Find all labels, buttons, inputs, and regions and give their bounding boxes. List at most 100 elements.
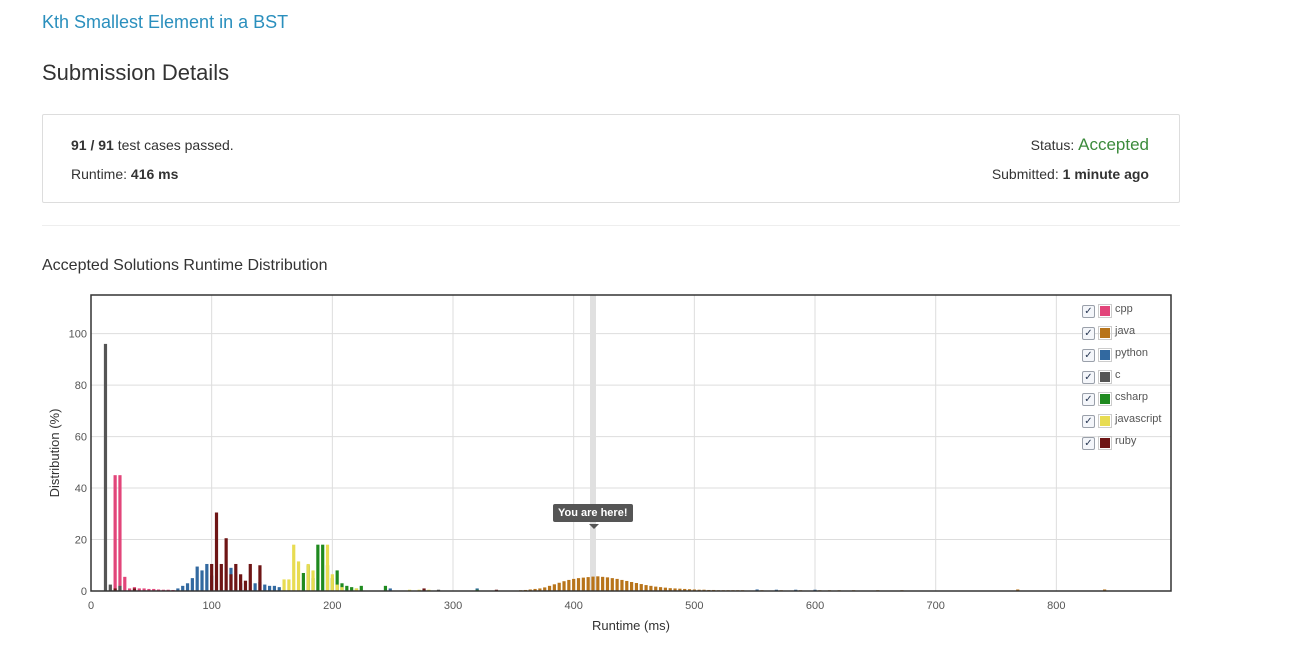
legend-label-csharp: csharp [1115,391,1149,403]
legend-checkbox-csharp[interactable]: ✓ [1082,393,1095,406]
bar-python [195,566,199,591]
bar-python [205,563,209,591]
bar-python [272,585,277,591]
bar-java [567,579,571,591]
y-tick-label: 20 [75,535,87,547]
bar-java [552,584,556,591]
bar-csharp [321,544,325,591]
tooltip-arrow [589,524,599,529]
submission-page: Kth Smallest Element in a BST Submission… [0,0,1290,648]
y-axis-label: Distribution (%) [47,409,62,498]
legend-checkbox-python[interactable]: ✓ [1082,349,1095,362]
bar-python [253,583,257,591]
bar-javascript [330,574,334,591]
bar-ruby [229,574,233,591]
x-tick-label: 700 [927,600,945,612]
y-tick-label: 0 [81,586,87,598]
legend-checkbox-javascript[interactable]: ✓ [1082,415,1095,428]
bar-csharp [383,585,388,591]
legend-item-ruby[interactable]: ✓ ruby [1082,435,1161,457]
bar-java [605,577,610,591]
bar-c [108,584,112,591]
bar-ruby [210,563,214,591]
legend-swatch-c [1098,370,1112,384]
bar-java [576,578,581,591]
bar-java [562,581,566,591]
bar-ruby [258,565,262,591]
bar-java [625,580,629,591]
bar-c [118,585,122,591]
y-tick-label: 40 [75,483,87,495]
bar-ruby [224,538,228,591]
legend-item-java[interactable]: ✓ java [1082,325,1161,347]
legend-item-cpp[interactable]: ✓ cpp [1082,303,1161,325]
x-tick-label: 0 [88,600,94,612]
x-tick-label: 100 [202,600,220,612]
legend-item-csharp[interactable]: ✓ csharp [1082,391,1161,413]
bar-java [630,581,634,591]
bar-java [620,579,624,591]
legend-checkbox-c[interactable]: ✓ [1082,371,1095,384]
bar-java [572,578,576,591]
legend-swatch-python [1098,348,1112,362]
legend-label-javascript: javascript [1115,413,1162,425]
legend-item-c[interactable]: ✓ c [1082,369,1161,391]
y-tick-label: 80 [75,380,87,392]
legend-checkbox-java[interactable]: ✓ [1082,327,1095,340]
runtime-marker-band [589,295,596,591]
x-tick-label: 300 [444,600,462,612]
bar-java [601,576,605,591]
bar-java [586,577,590,591]
bar-java [557,582,561,591]
legend-item-python[interactable]: ✓ python [1082,347,1161,369]
bar-java [591,576,595,591]
bar-python [181,585,185,591]
legend-item-javascript[interactable]: ✓ javascript [1082,413,1161,435]
bar-javascript [306,563,310,591]
bar-python [190,578,194,591]
bar-cpp [123,576,127,591]
bar-ruby [239,574,243,591]
x-axis-label: Runtime (ms) [592,618,670,633]
y-tick-label: 100 [69,329,87,341]
bar-ruby [214,512,219,591]
bar-java [644,585,648,591]
bar-java [615,578,619,591]
bar-javascript [296,561,301,591]
chart-legend: ✓ cpp ✓ java ✓ python ✓ c ✓ csharp ✓ jav… [1082,303,1161,457]
legend-label-cpp: cpp [1115,303,1133,315]
bar-csharp [359,585,363,591]
x-tick-label: 500 [685,600,703,612]
you-are-here-tooltip: You are here! [553,504,633,522]
bar-python [267,585,272,591]
legend-swatch-csharp [1098,392,1112,406]
bar-ruby [248,563,252,591]
y-tick-label: 60 [75,432,87,444]
bar-javascript [311,570,315,591]
bar-ruby [243,580,248,591]
bar-javascript [335,584,339,591]
legend-swatch-ruby [1098,436,1112,450]
bar-java [639,584,643,591]
legend-checkbox-ruby[interactable]: ✓ [1082,437,1095,450]
bar-cpp [118,475,122,591]
bar-cpp [113,475,117,591]
bar-javascript [282,579,286,591]
bar-python [185,583,190,591]
legend-swatch-javascript [1098,414,1112,428]
bar-javascript [292,544,296,591]
plot-frame [90,294,1172,592]
legend-swatch-java [1098,326,1112,340]
bar-java [610,578,614,591]
bar-java [581,577,585,591]
bar-ruby [234,563,238,591]
bar-csharp [345,585,349,591]
legend-swatch-cpp [1098,304,1112,318]
bar-javascript [287,579,291,591]
bar-csharp [301,572,305,591]
legend-checkbox-cpp[interactable]: ✓ [1082,305,1095,318]
bar-javascript [325,544,330,591]
bar-java [547,585,552,591]
bar-ruby [219,563,223,591]
bar-csharp [316,544,320,591]
